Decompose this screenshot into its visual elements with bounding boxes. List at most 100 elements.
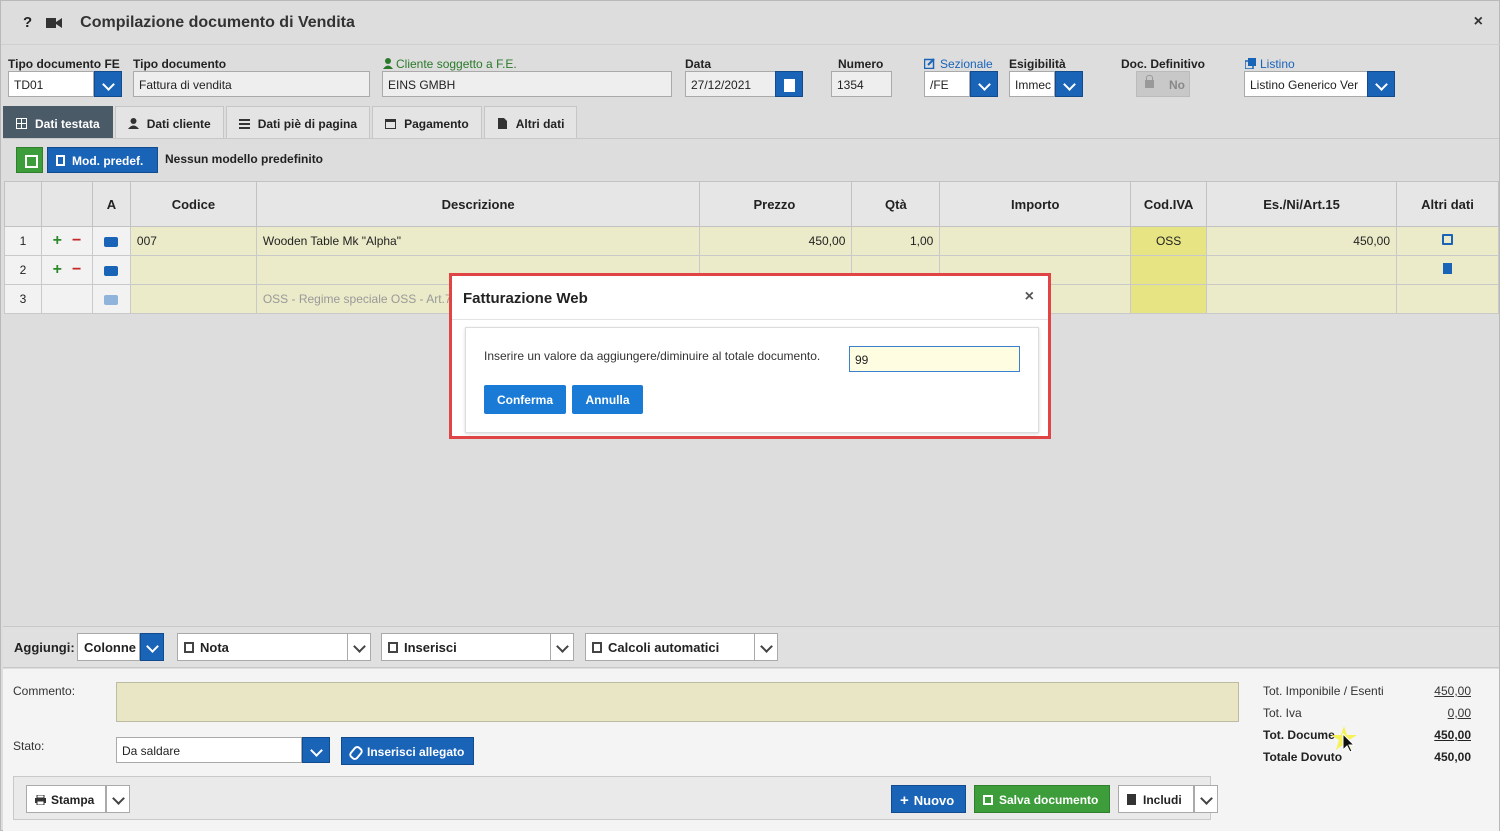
lock-icon	[1145, 75, 1154, 88]
tot-value[interactable]: 450,00	[1434, 684, 1471, 698]
salva-documento-button[interactable]: Salva documento	[974, 785, 1110, 813]
stato-select[interactable]: Da saldare	[116, 737, 302, 763]
colonne-button[interactable]: Colonne	[77, 633, 140, 661]
includi-button[interactable]: Includi	[1118, 785, 1194, 813]
sezionale-label[interactable]: Sezionale	[940, 57, 993, 71]
inserisci-allegato-button[interactable]: Inserisci allegato	[341, 737, 474, 765]
tot-value[interactable]: 450,00	[1434, 728, 1471, 742]
conferma-button[interactable]: Conferma	[484, 385, 566, 414]
cell-importo[interactable]	[939, 226, 1132, 256]
adjustment-value-input[interactable]: 99	[849, 346, 1020, 372]
calcoli-dropdown-button[interactable]	[754, 633, 778, 661]
listino-dropdown-button[interactable]	[1367, 71, 1395, 97]
row-number: 2	[4, 255, 42, 285]
box-icon[interactable]	[104, 236, 119, 247]
user-icon	[383, 58, 393, 69]
column-header-es-ni-art15[interactable]: Es./Ni/Art.15	[1206, 181, 1397, 227]
tipo-doc-field[interactable]: Fattura di vendita	[133, 71, 370, 97]
sezionale-dropdown-button[interactable]	[970, 71, 998, 97]
column-header-descrizione[interactable]: Descrizione	[255, 181, 701, 227]
tab-label: Dati testata	[35, 117, 100, 131]
add-row-icon[interactable]: +	[53, 232, 62, 249]
tab-dati-pie-di-pagina[interactable]: Dati piè di pagina	[225, 106, 371, 138]
inserisci-button[interactable]: Inserisci	[381, 633, 551, 661]
stampa-label: Stampa	[51, 793, 95, 807]
tab-dati-cliente[interactable]: Dati cliente	[114, 106, 224, 138]
table-row[interactable]: 1 + − 007 Wooden Table Mk "Alpha" 450,00 …	[4, 226, 1499, 256]
box-icon[interactable]	[104, 265, 119, 276]
calcoli-button[interactable]: Calcoli automatici	[585, 633, 755, 661]
cell-cod-iva[interactable]	[1130, 255, 1208, 285]
esigibilita-dropdown-button[interactable]	[1055, 71, 1083, 97]
plus-icon: +	[900, 792, 909, 809]
cell-prezzo[interactable]: 450,00	[699, 226, 853, 256]
tab-dati-testata[interactable]: Dati testata	[3, 106, 113, 138]
esigibilita-label: Esigibilità	[1009, 57, 1066, 71]
column-header-prezzo[interactable]: Prezzo	[699, 181, 853, 227]
row-article	[91, 226, 131, 256]
cell-qta[interactable]: 1,00	[851, 226, 941, 256]
column-header-codice[interactable]: Codice	[129, 181, 257, 227]
cell-codice[interactable]	[129, 255, 257, 285]
cell-descrizione[interactable]: Wooden Table Mk "Alpha"	[255, 226, 701, 256]
edit-icon	[923, 58, 935, 70]
cell-codice[interactable]: 007	[129, 226, 257, 256]
cell-cod-iva[interactable]: OSS	[1130, 226, 1208, 256]
cliente-field[interactable]: EINS GMBH	[382, 71, 672, 97]
colonne-dropdown-button[interactable]	[140, 633, 164, 661]
listino-select[interactable]: Listino Generico Ver	[1244, 71, 1368, 97]
cell-cod-iva[interactable]	[1130, 284, 1208, 314]
column-header-a[interactable]: A	[91, 181, 131, 227]
column-header-altri-dati[interactable]: Altri dati	[1396, 181, 1499, 227]
close-icon[interactable]: ×	[1025, 288, 1034, 306]
tipo-fe-select[interactable]: TD01	[8, 71, 94, 97]
tot-value[interactable]: 0,00	[1448, 706, 1471, 720]
table-header-row: A Codice Descrizione Prezzo Qtà Importo …	[4, 181, 1499, 227]
cell-altri-dati	[1396, 284, 1499, 314]
annulla-button[interactable]: Annulla	[572, 385, 643, 414]
inserisci-dropdown-button[interactable]	[550, 633, 574, 661]
dialog-body: Inserire un valore da aggiungere/diminui…	[465, 327, 1039, 433]
listino-label[interactable]: Listino	[1260, 57, 1295, 71]
edit-icon[interactable]	[1442, 234, 1453, 245]
data-field[interactable]: 27/12/2021	[685, 71, 776, 97]
close-icon[interactable]: ×	[1474, 13, 1483, 31]
cliente-label[interactable]: Cliente soggetto a F.E.	[396, 57, 517, 71]
cell-es[interactable]	[1206, 255, 1397, 285]
tab-altri-dati[interactable]: Altri dati	[483, 106, 578, 138]
stampa-dropdown-button[interactable]	[106, 785, 130, 813]
cell-codice[interactable]	[129, 284, 257, 314]
cell-es[interactable]	[1206, 284, 1397, 314]
help-icon[interactable]: ?	[23, 14, 32, 31]
numero-field[interactable]: 1354	[831, 71, 892, 97]
tipo-fe-dropdown-button[interactable]	[94, 71, 122, 97]
nota-dropdown-button[interactable]	[347, 633, 371, 661]
nuovo-button[interactable]: + Nuovo	[891, 785, 966, 813]
file-icon	[497, 118, 508, 129]
dialog-title: Fatturazione Web	[463, 290, 588, 307]
nota-label: Nota	[200, 640, 229, 655]
remove-row-icon[interactable]: −	[72, 232, 81, 249]
commento-textarea[interactable]	[116, 682, 1239, 722]
column-header-qta[interactable]: Qtà	[851, 181, 941, 227]
column-header-cod-iva[interactable]: Cod.IVA	[1130, 181, 1208, 227]
stampa-button[interactable]: Stampa	[26, 785, 106, 813]
remove-row-icon[interactable]: −	[72, 261, 81, 278]
includi-dropdown-button[interactable]	[1194, 785, 1218, 813]
window-title: Compilazione documento di Vendita	[80, 13, 355, 31]
esigibilita-select[interactable]: Immec	[1009, 71, 1055, 97]
nota-button[interactable]: Nota	[177, 633, 348, 661]
stato-dropdown-button[interactable]	[302, 737, 330, 763]
table-icon	[16, 118, 27, 129]
video-camera-icon[interactable]	[46, 17, 63, 29]
definitivo-label: Doc. Definitivo	[1121, 57, 1206, 71]
cell-es[interactable]: 450,00	[1206, 226, 1397, 256]
tab-pagamento[interactable]: Pagamento	[372, 106, 482, 138]
file-icon[interactable]	[1443, 263, 1452, 274]
sezionale-select[interactable]: /FE	[924, 71, 970, 97]
column-header-importo[interactable]: Importo	[939, 181, 1132, 227]
calendar-icon[interactable]	[775, 71, 803, 97]
save-model-button[interactable]	[16, 147, 43, 173]
mod-predef-button[interactable]: Mod. predef.	[47, 147, 158, 173]
add-row-icon[interactable]: +	[53, 261, 62, 278]
